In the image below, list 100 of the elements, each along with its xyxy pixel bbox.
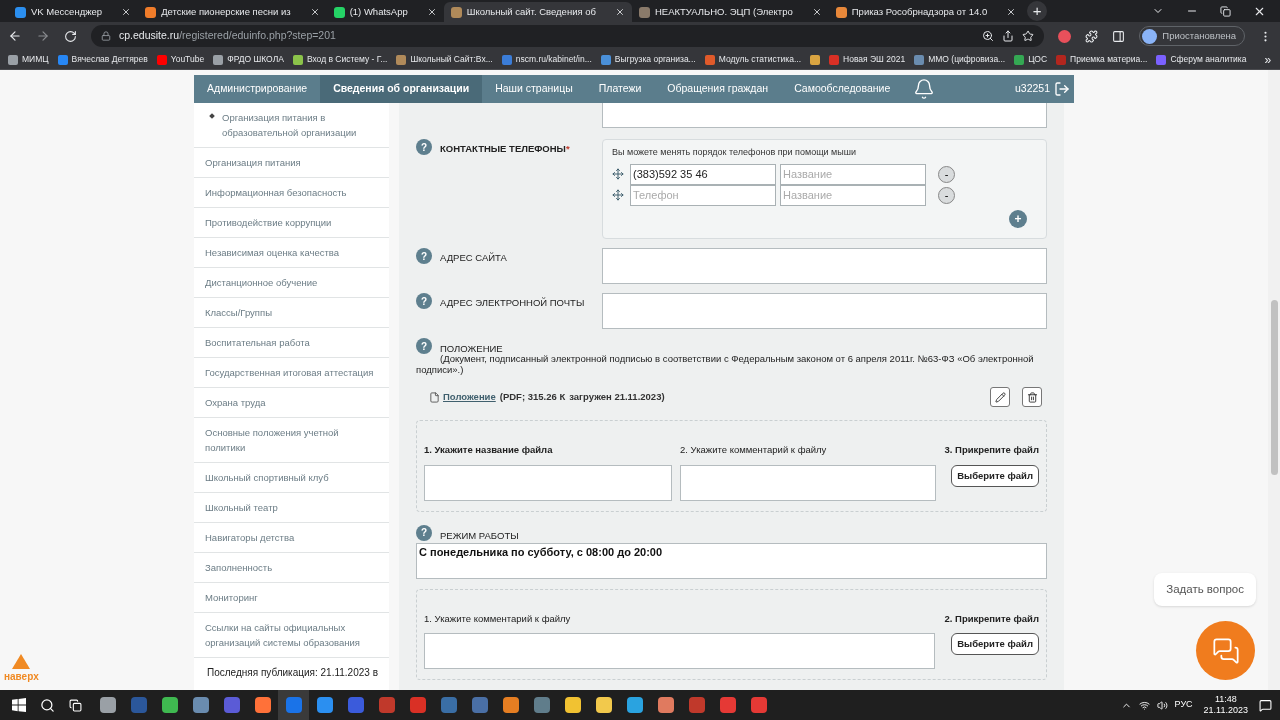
zoom-icon[interactable]	[982, 30, 995, 42]
task-view-icon[interactable]	[69, 698, 82, 712]
phone-field[interactable]: Телефон	[630, 184, 776, 206]
phone-field[interactable]: (383)592 35 46	[630, 163, 776, 185]
reload-icon[interactable]	[64, 29, 77, 43]
edit-button[interactable]	[990, 387, 1010, 408]
close-icon[interactable]	[121, 7, 132, 17]
browser-tab[interactable]: (1) WhatsApp	[326, 2, 444, 22]
bookmark-icon[interactable]	[810, 54, 821, 65]
sidebar-item[interactable]: Основные положения учетной политики	[194, 418, 389, 463]
sidebar-item[interactable]: Школьный театр	[194, 493, 389, 523]
close-icon[interactable]	[309, 7, 320, 17]
browser-tab[interactable]: Школьный сайт. Сведения об	[443, 2, 632, 22]
sidebar-item[interactable]: Мониторинг	[194, 583, 389, 613]
sidebar-item[interactable]: Организация питания	[194, 148, 389, 178]
tab-title: Приказ Рособрнадзора от 14.0	[851, 4, 989, 19]
search-icon[interactable]	[40, 697, 55, 713]
add-phone-button[interactable]: +	[1009, 210, 1027, 228]
help-icon[interactable]: ?	[416, 524, 432, 541]
help-icon[interactable]: ?	[416, 248, 432, 264]
drag-handle-icon[interactable]	[612, 168, 624, 180]
browser-tab[interactable]: Приказ Рособрнадзора от 14.0	[828, 2, 1024, 22]
sidebar-item[interactable]: Охрана труда	[194, 388, 389, 418]
phone-name-field[interactable]: Название	[780, 163, 926, 185]
bookmark[interactable]: Школьный Сайт:Вх...	[396, 53, 493, 66]
bookmark[interactable]: nscm.ru/kabinet/in...	[501, 53, 592, 66]
more-bookmarks-button[interactable]: »	[1264, 50, 1280, 69]
field-label: РЕЖИМ РАБОТЫ	[440, 528, 519, 543]
nav-item[interactable]: Администрирование	[194, 75, 321, 103]
sidebar-item[interactable]: Классы/Группы	[194, 298, 389, 328]
phone-name-field[interactable]: Название	[780, 184, 926, 206]
step-label: 3. Прикрепите файл	[944, 443, 1039, 458]
sidebar-item[interactable]: Дистанционное обучение	[194, 268, 389, 298]
step-label: 1. Укажите комментарий к файлу	[424, 611, 572, 626]
sidebar-item[interactable]: Противодействие коррупции	[194, 208, 389, 238]
close-icon[interactable]	[614, 7, 625, 17]
sidebar-item[interactable]: Государственная итоговая аттестация	[194, 358, 389, 388]
lock-icon	[101, 31, 111, 41]
logout-icon[interactable]	[1054, 81, 1070, 97]
side-panel-icon[interactable]	[1112, 29, 1126, 43]
bookmark[interactable]: YouTube	[156, 53, 205, 66]
bookmark[interactable]: Приемка материа...	[1056, 53, 1148, 66]
browser-tab[interactable]: Детские пионерские песни из	[138, 2, 327, 22]
nav-item[interactable]: Наши страницы	[482, 75, 586, 103]
choose-file-button[interactable]: Выберите файл	[951, 633, 1039, 656]
forward-icon[interactable]	[36, 29, 50, 43]
restore-icon[interactable]	[1220, 5, 1231, 17]
choose-file-button[interactable]: Выберите файл	[951, 464, 1039, 487]
nav-item[interactable]: Самообследование	[781, 75, 904, 103]
bookmark[interactable]: Вячеслав Дегтярев	[57, 53, 148, 66]
bookmark[interactable]: Сферум аналитика	[1156, 53, 1247, 66]
nav-item[interactable]: Сведения об организации	[320, 75, 483, 103]
sidebar-item[interactable]: Информационная безопасность	[194, 178, 389, 208]
extensions-icon[interactable]	[1085, 29, 1099, 43]
back-icon[interactable]	[8, 29, 22, 43]
bookmark[interactable]: Выгрузка организа...	[600, 53, 696, 66]
delete-button[interactable]	[1022, 387, 1042, 408]
bookmark[interactable]: ММО (цифровиза...	[914, 53, 1006, 66]
nav-item[interactable]: Платежи	[585, 75, 655, 103]
language-indicator[interactable]: РУС	[1174, 698, 1193, 712]
address-bar[interactable]: cp.edusite.ru/registered/eduinfo.php?step=201	[91, 25, 1045, 47]
bookmark[interactable]: ФРДО ШКОЛА	[213, 53, 284, 66]
volume-icon[interactable]	[1156, 699, 1168, 711]
sidebar-item[interactable]: Навигаторы детства	[194, 523, 389, 553]
close-icon[interactable]	[1006, 7, 1017, 17]
sidebar-item[interactable]: Независимая оценка качества	[194, 238, 389, 268]
bookmark[interactable]: Модуль статистика...	[704, 53, 802, 66]
bookmark[interactable]: МИМЦ	[8, 53, 49, 66]
bookmark[interactable]: Новая ЭШ 2021	[829, 53, 906, 66]
sidebar-item[interactable]: Ссылки на сайты официальных организаций системы образования	[194, 613, 389, 658]
bookmark-star-icon[interactable]	[1022, 30, 1035, 42]
network-icon[interactable]	[1138, 699, 1150, 711]
start-icon[interactable]	[12, 698, 26, 712]
remove-phone-button[interactable]: -	[938, 186, 955, 204]
text-area[interactable]: С понедельника по субботу, с 08:00 до 20:00	[416, 542, 1047, 579]
new-tab-button[interactable]: +	[1027, 1, 1048, 21]
drag-handle-icon[interactable]	[612, 189, 624, 201]
notifications-icon[interactable]	[1259, 698, 1272, 712]
close-icon[interactable]	[426, 7, 437, 17]
remove-phone-button[interactable]: -	[938, 165, 955, 183]
help-icon[interactable]: ?	[416, 139, 432, 155]
sidebar-item[interactable]: Школьный спортивный клуб	[194, 463, 389, 493]
sidebar-subitem[interactable]: Организация питания в образовательной организации	[194, 103, 389, 148]
bookmark[interactable]: ЦОС	[1014, 53, 1048, 66]
sidebar-item[interactable]: Заполненность	[194, 553, 389, 583]
phones-hint: Вы можете менять порядок телефонов при помощи мыши	[612, 146, 857, 159]
browser-tab[interactable]: VK Мессенджер	[8, 2, 139, 22]
share-icon[interactable]	[1002, 30, 1015, 42]
bell-icon[interactable]	[913, 78, 936, 100]
sidebar-item[interactable]: Воспитательная работа	[194, 328, 389, 358]
scrollbar[interactable]	[1268, 70, 1280, 690]
file-link[interactable]: Положение	[443, 390, 496, 405]
browser-tab[interactable]: НЕАКТУАЛЬНО. ЭЦП (Электро	[631, 2, 829, 22]
nav-item[interactable]: Обращения граждан	[654, 75, 782, 103]
close-icon[interactable]	[811, 7, 822, 17]
user-name[interactable]: u32251	[1014, 81, 1050, 97]
bookmark[interactable]: Вход в Систему - Г...	[292, 53, 388, 66]
clock[interactable]: 11:48 21.11.2023	[1199, 694, 1252, 716]
help-icon[interactable]: ?	[416, 293, 432, 309]
help-icon[interactable]: ?	[416, 338, 432, 354]
